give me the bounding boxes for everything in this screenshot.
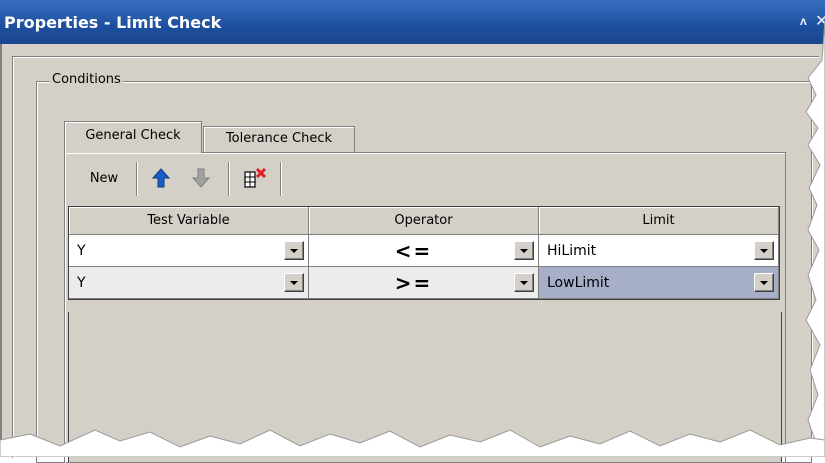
chevron-down-icon [290,248,298,253]
conditions-label: Conditions [50,72,123,87]
chevron-down-icon [760,248,768,253]
new-button[interactable]: New [74,158,134,198]
test-variable-value: Y [77,242,86,259]
delete-row-button[interactable] [236,158,276,198]
operator-cell[interactable]: >= [309,267,539,299]
operator-dropdown[interactable] [514,273,534,292]
grid-header: Test Variable Operator Limit [69,207,779,235]
chevron-down-icon [290,280,298,285]
column-header-operator[interactable]: Operator [309,207,539,235]
test-variable-dropdown[interactable] [284,241,304,260]
table-row: Y >= LowLimit [69,267,779,299]
test-variable-dropdown[interactable] [284,273,304,292]
chevron-down-icon [520,280,528,285]
delete-row-icon [244,167,267,188]
conditions-grid: Test Variable Operator Limit Y <= HiLimi… [68,206,780,300]
operator-dropdown[interactable] [514,241,534,260]
tab-tolerance-check[interactable]: Tolerance Check [203,126,355,152]
limit-value: LowLimit [547,274,610,291]
limit-cell-selected[interactable]: LowLimit [539,267,779,299]
pin-icon[interactable]: ᴧ [800,14,807,28]
toolbar: New [72,158,334,198]
column-header-test-variable[interactable]: Test Variable [69,207,309,235]
operator-cell[interactable]: <= [309,235,539,267]
limit-dropdown[interactable] [754,241,774,260]
new-button-label: New [89,170,119,186]
limit-dropdown[interactable] [754,273,774,292]
toolbar-separator [136,162,137,196]
move-up-button[interactable] [144,158,178,198]
toolbar-separator [228,162,229,196]
test-variable-cell[interactable]: Y [69,267,309,299]
move-down-button[interactable] [184,158,218,198]
move-down-icon [192,168,210,188]
column-header-limit[interactable]: Limit [539,207,779,235]
operator-value: <= [394,238,433,263]
panel-left-edge [0,44,2,457]
chevron-down-icon [760,280,768,285]
table-row: Y <= HiLimit [69,235,779,267]
properties-window: Properties - Limit Check ᴧ ✕ Conditions … [0,0,825,463]
grid-empty-area [68,312,782,462]
limit-value: HiLimit [547,242,597,259]
close-icon[interactable]: ✕ [815,11,825,31]
limit-cell[interactable]: HiLimit [539,235,779,267]
window-title: Properties - Limit Check [4,13,222,32]
chevron-down-icon [520,248,528,253]
title-bar: Properties - Limit Check ᴧ ✕ [0,0,825,44]
test-variable-value: Y [77,274,86,291]
test-variable-cell[interactable]: Y [69,235,309,267]
operator-value: >= [394,270,433,295]
move-up-icon [152,168,170,188]
toolbar-separator [280,162,281,196]
tab-general-check[interactable]: General Check [64,121,202,153]
